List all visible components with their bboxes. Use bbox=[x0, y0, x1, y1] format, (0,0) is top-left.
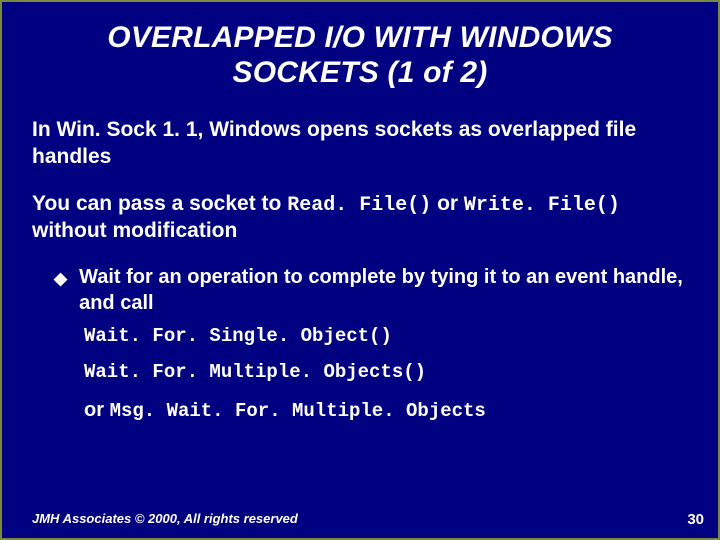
slide-body: In Win. Sock 1. 1, Windows opens sockets… bbox=[32, 117, 688, 427]
paragraph-2: You can pass a socket to Read. File() or… bbox=[32, 191, 688, 245]
bullet-1-text: Wait for an operation to complete by tyi… bbox=[79, 265, 688, 316]
diamond-icon: ◆ bbox=[54, 268, 67, 290]
footer-copyright: JMH Associates © 2000, All rights reserv… bbox=[32, 511, 298, 526]
p2-pre: You can pass a socket to bbox=[32, 192, 287, 215]
bullet-list: ◆ Wait for an operation to complete by t… bbox=[54, 265, 688, 427]
sub3-or: or bbox=[84, 399, 110, 421]
bullet-item-1: ◆ Wait for an operation to complete by t… bbox=[54, 265, 688, 316]
subline-1: Wait. For. Single. Object() bbox=[84, 320, 688, 352]
subline-2: Wait. For. Multiple. Objects() bbox=[84, 356, 688, 388]
title-line-1: OVERLAPPED I/O WITH WINDOWS bbox=[107, 21, 612, 54]
p2-mid: or bbox=[431, 192, 464, 215]
subline-3: or Msg. Wait. For. Multiple. Objects bbox=[84, 393, 688, 427]
paragraph-1: In Win. Sock 1. 1, Windows opens sockets… bbox=[32, 117, 688, 171]
title-line-2: SOCKETS (1 of 2) bbox=[233, 56, 488, 89]
p2-post: without modification bbox=[32, 219, 237, 242]
page-number: 30 bbox=[687, 511, 704, 528]
slide: OVERLAPPED I/O WITH WINDOWS SOCKETS (1 o… bbox=[0, 0, 720, 540]
sub3-code: Msg. Wait. For. Multiple. Objects bbox=[110, 400, 486, 422]
p2-code-1: Read. File() bbox=[287, 194, 431, 217]
p2-code-2: Write. File() bbox=[464, 194, 620, 217]
slide-title: OVERLAPPED I/O WITH WINDOWS SOCKETS (1 o… bbox=[32, 20, 688, 91]
